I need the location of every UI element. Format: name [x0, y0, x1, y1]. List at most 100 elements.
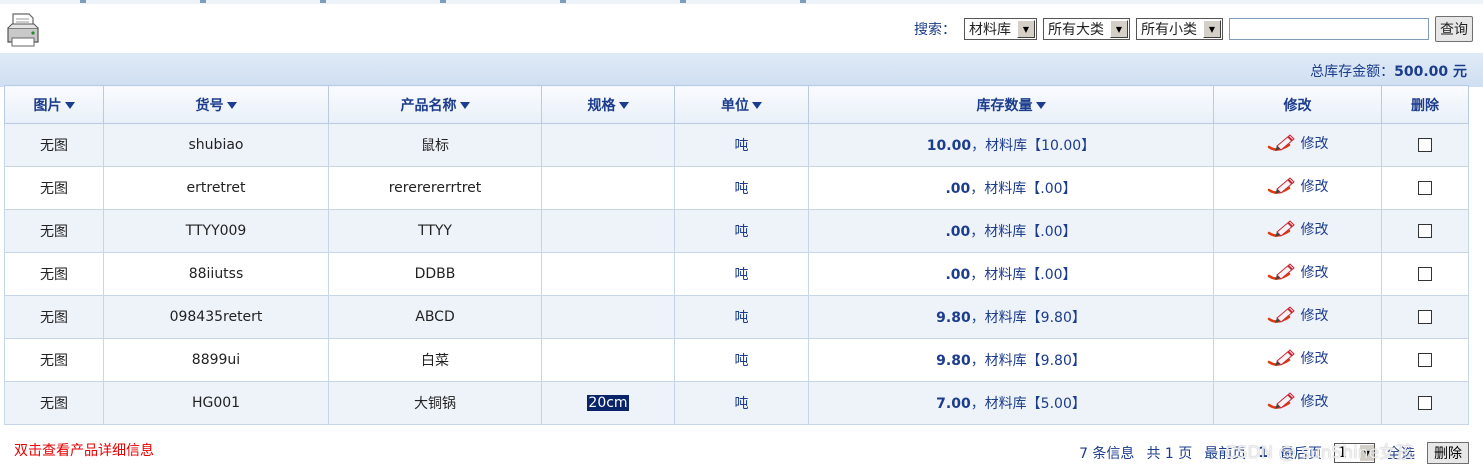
edit-link[interactable]: 修改 — [1267, 218, 1329, 240]
table-row[interactable]: 无图 HG001 大铜锅 20cm 吨 7.00，材料库【5.00】 修改 — [4, 381, 1469, 425]
cell-spec — [541, 166, 675, 210]
chevron-down-icon: ▼ — [1203, 20, 1221, 38]
qty-detail: ，材料库【9.80】 — [970, 353, 1086, 369]
warehouse-select-value: 材料库 — [969, 22, 1011, 38]
qty-value: .00 — [945, 224, 971, 240]
table-row[interactable]: 无图 shubiao 鼠标吨 10.00，材料库【10.00】 修改 — [4, 123, 1469, 167]
col-header-delete: 删除 — [1381, 85, 1469, 124]
cell-qty: .00，材料库【.00】 — [808, 209, 1214, 253]
cell-unit: 吨 — [674, 252, 809, 296]
delete-checkbox[interactable] — [1418, 267, 1432, 281]
delete-checkbox[interactable] — [1418, 353, 1432, 367]
edit-link[interactable]: 修改 — [1267, 390, 1329, 412]
cell-spec: 20cm — [541, 381, 675, 425]
qty-value: 9.80 — [936, 353, 971, 369]
edit-label: 修改 — [1300, 179, 1329, 195]
inventory-table: 图片 货号 产品名称 规格 单位 库存数量 修改 删除 无图 shubiao 鼠标吨… — [4, 85, 1469, 425]
table-row[interactable]: 无图 8899ui 白菜吨 9.80，材料库【9.80】 修改 — [4, 338, 1469, 382]
subcategory-select[interactable]: 所有小类 ▼ — [1136, 18, 1223, 40]
cell-unit: 吨 — [674, 381, 809, 425]
record-count: 7 条信息 — [1079, 446, 1135, 462]
edit-pencil-icon — [1267, 134, 1295, 151]
sort-caret-icon — [64, 102, 75, 109]
cell-name: DDBB — [328, 252, 542, 296]
delete-checkbox[interactable] — [1418, 138, 1432, 152]
col-header-image[interactable]: 图片 — [4, 85, 104, 124]
search-label: 搜索： — [914, 22, 956, 38]
top-tab-strip — [0, 0, 1483, 4]
cell-image: 无图 — [4, 123, 104, 167]
delete-checkbox[interactable] — [1418, 310, 1432, 324]
cell-qty: 9.80，材料库【9.80】 — [808, 295, 1214, 339]
cell-name: ABCD — [328, 295, 542, 339]
cell-code: 8899ui — [103, 338, 329, 382]
edit-link[interactable]: 修改 — [1267, 261, 1329, 283]
col-header-spec[interactable]: 规格 — [541, 85, 675, 124]
qty-detail: ，材料库【.00】 — [970, 224, 1077, 240]
table-row[interactable]: 无图 88iiutss DDBB 吨 .00，材料库【.00】 修改 — [4, 252, 1469, 296]
edit-label: 修改 — [1300, 308, 1329, 324]
sort-caret-icon — [1035, 102, 1046, 109]
edit-label: 修改 — [1300, 351, 1329, 367]
edit-link[interactable]: 修改 — [1267, 347, 1329, 369]
cell-unit: 吨 — [674, 166, 809, 210]
delete-checkbox[interactable] — [1418, 224, 1432, 238]
qty-detail: ，材料库【.00】 — [970, 267, 1077, 283]
qty-detail: ，材料库【10.00】 — [971, 138, 1096, 154]
table-row[interactable]: 无图 ertretret rererererrtret 吨 .00，材料库【.00】 修改 — [4, 166, 1469, 210]
edit-pencil-icon — [1267, 349, 1295, 366]
col-header-name[interactable]: 产品名称 — [328, 85, 542, 124]
category-select[interactable]: 所有大类 ▼ — [1043, 18, 1130, 40]
delete-checkbox[interactable] — [1418, 396, 1432, 410]
cell-code: TTYY009 — [103, 209, 329, 253]
cell-name: 白菜 — [328, 338, 542, 382]
warehouse-select[interactable]: 材料库 ▼ — [964, 18, 1037, 40]
cell-delete — [1381, 209, 1469, 253]
col-header-qty[interactable]: 库存数量 — [808, 85, 1214, 124]
cell-delete — [1381, 252, 1469, 296]
cell-image: 无图 — [4, 381, 104, 425]
cell-code: 098435retert — [103, 295, 329, 339]
sort-caret-icon — [459, 102, 470, 109]
qty-value: 10.00 — [926, 138, 972, 154]
cell-name: TTYY — [328, 209, 542, 253]
query-button[interactable]: 查询 — [1435, 16, 1473, 42]
chevron-down-icon: ▼ — [1110, 20, 1128, 38]
watermark-text: CSDN @ sunShine女孩 — [1224, 443, 1413, 463]
total-amount: 500.00 元 — [1394, 64, 1467, 80]
edit-pencil-icon — [1267, 263, 1295, 280]
table-header-row: 图片 货号 产品名称 规格 单位 库存数量 修改 删除 — [4, 85, 1469, 124]
qty-value: .00 — [945, 181, 971, 197]
edit-link[interactable]: 修改 — [1267, 132, 1329, 154]
delete-checkbox[interactable] — [1418, 181, 1432, 195]
cell-unit: 吨 — [674, 338, 809, 382]
search-input[interactable] — [1229, 18, 1429, 40]
cell-qty: 10.00，材料库【10.00】 — [808, 123, 1214, 167]
cell-name: 大铜锅 — [328, 381, 542, 425]
cell-image: 无图 — [4, 209, 104, 253]
delete-button[interactable]: 删除 — [1427, 442, 1469, 464]
qty-detail: ，材料库【9.80】 — [970, 310, 1086, 326]
cell-spec — [541, 338, 675, 382]
cell-edit: 修改 — [1213, 295, 1382, 339]
cell-delete — [1381, 123, 1469, 167]
table-row[interactable]: 无图 098435retert ABCD 吨 9.80，材料库【9.80】 修改 — [4, 295, 1469, 339]
edit-link[interactable]: 修改 — [1267, 304, 1329, 326]
qty-value: 9.80 — [936, 310, 971, 326]
cell-delete — [1381, 381, 1469, 425]
cell-edit: 修改 — [1213, 209, 1382, 253]
col-header-unit[interactable]: 单位 — [674, 85, 809, 124]
table-row[interactable]: 无图 TTYY009 TTYY 吨 .00，材料库【.00】 修改 — [4, 209, 1469, 253]
cell-unit: 吨 — [674, 295, 809, 339]
col-header-code[interactable]: 货号 — [103, 85, 329, 124]
edit-link[interactable]: 修改 — [1267, 175, 1329, 197]
page-count: 共 1 页 — [1146, 446, 1193, 462]
cell-delete — [1381, 166, 1469, 210]
total-label: 总库存金额： — [1310, 64, 1395, 80]
cell-qty: .00，材料库【.00】 — [808, 166, 1214, 210]
cell-code: 88iiutss — [103, 252, 329, 296]
qty-value: 7.00 — [936, 396, 971, 412]
cell-delete — [1381, 295, 1469, 339]
printer-icon[interactable] — [5, 10, 41, 50]
sort-caret-icon — [618, 102, 629, 109]
